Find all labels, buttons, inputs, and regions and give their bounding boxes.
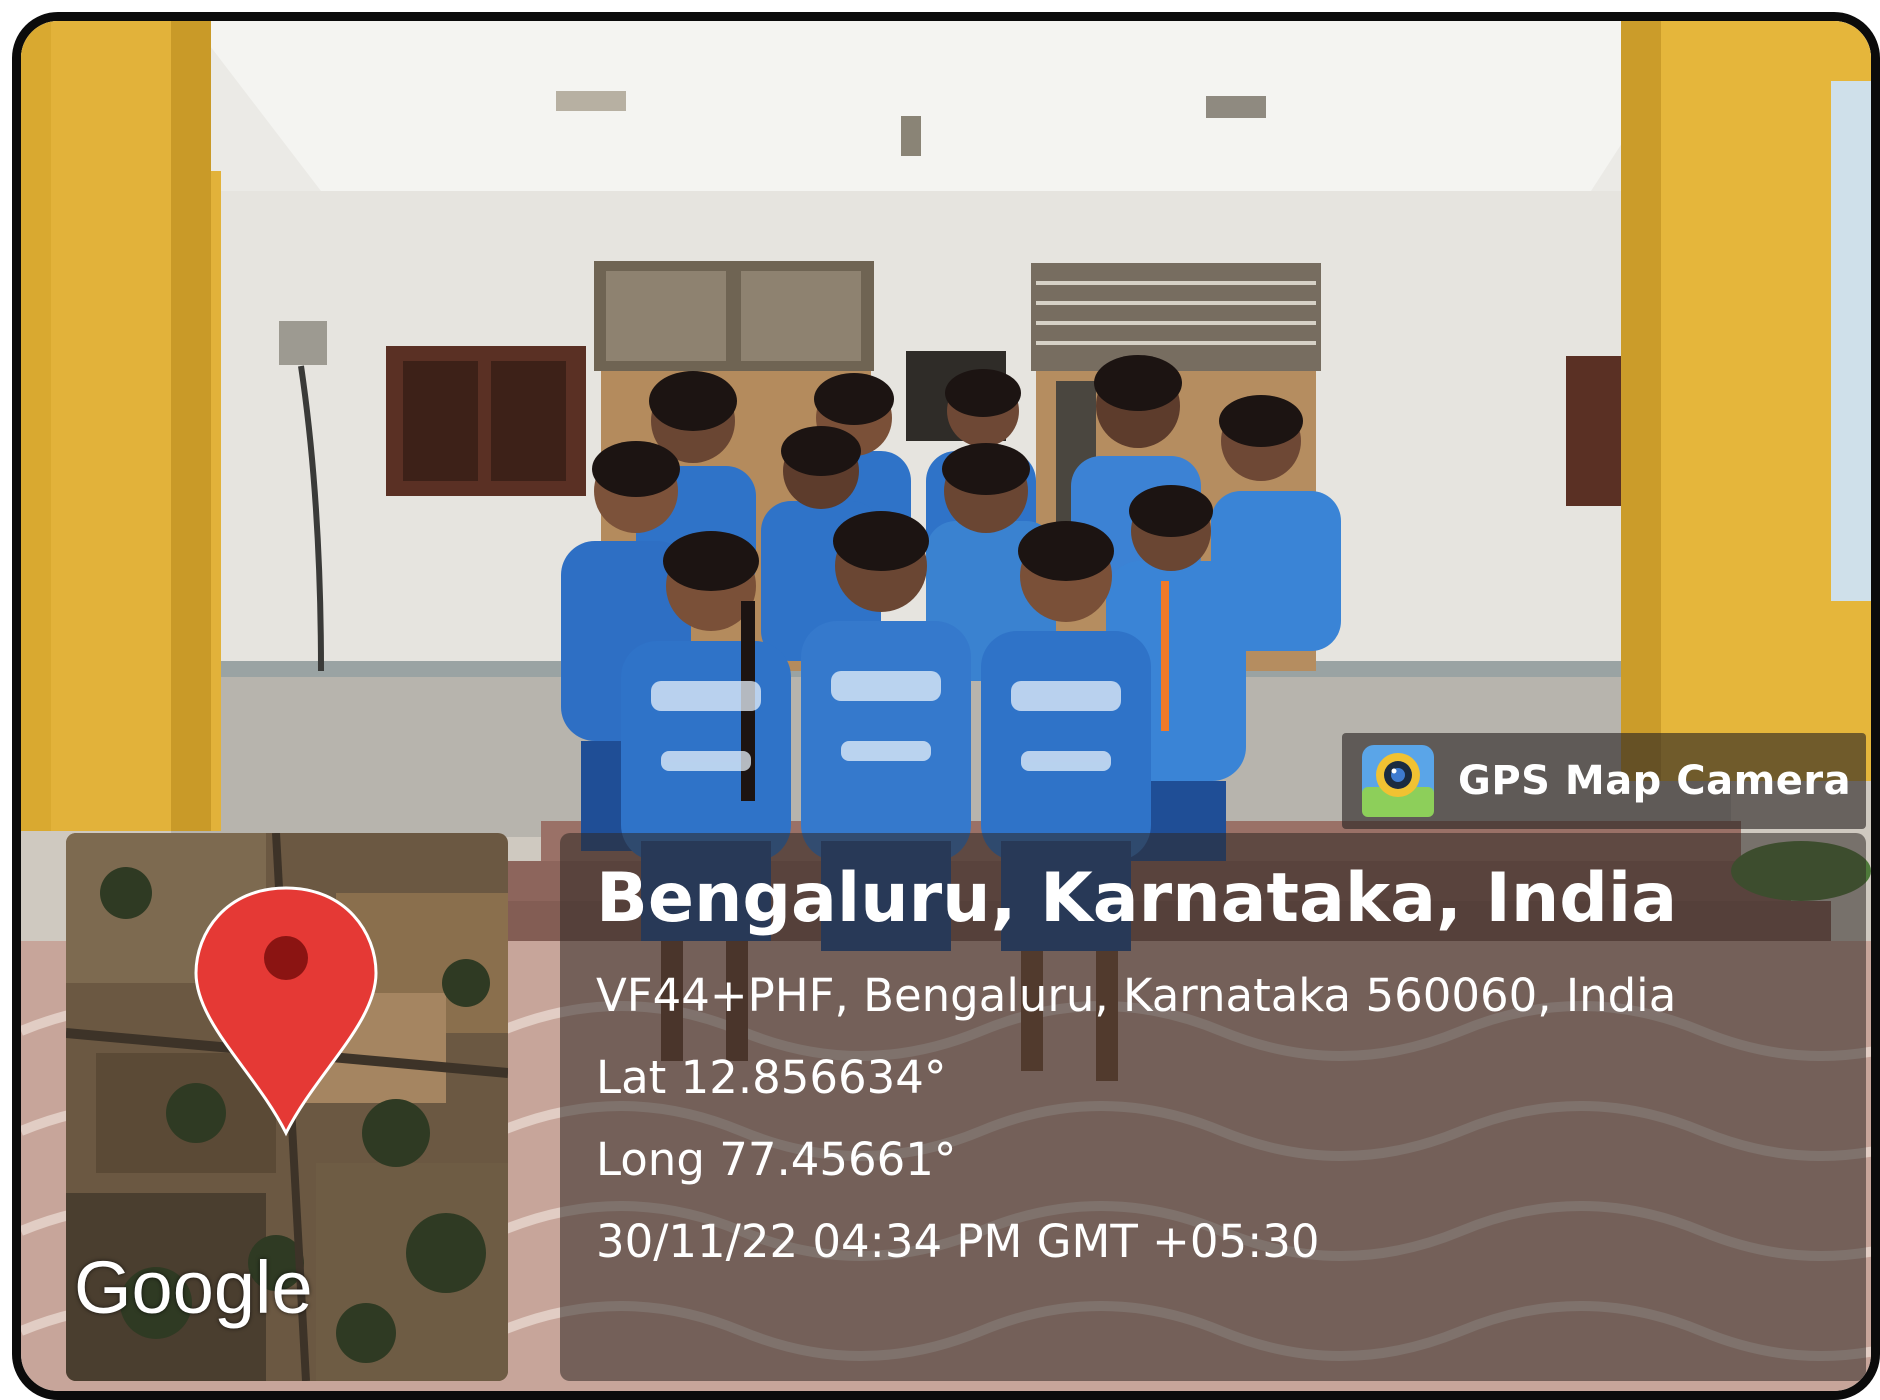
gps-map-camera-app-icon	[1362, 745, 1434, 817]
badge-label: GPS Map Camera	[1458, 758, 1852, 804]
longitude-readout: Long 77.45661°	[596, 1133, 957, 1186]
timestamp-readout: 30/11/22 04:34 PM GMT +05:30	[596, 1215, 1320, 1268]
location-title: Bengaluru, Karnataka, India	[596, 859, 1678, 938]
gps-map-camera-badge: GPS Map Camera	[1342, 733, 1866, 829]
photo-frame: GPS Map Camera Google Bengaluru, Karnata…	[12, 12, 1880, 1400]
latitude-readout: Lat 12.856634°	[596, 1051, 947, 1104]
satellite-map-thumbnail[interactable]: Google	[66, 833, 508, 1381]
google-logo: Google	[74, 1246, 313, 1329]
location-info-panel: Bengaluru, Karnataka, India VF44+PHF, Be…	[560, 833, 1866, 1381]
location-address: VF44+PHF, Bengaluru, Karnataka 560060, I…	[596, 969, 1677, 1022]
